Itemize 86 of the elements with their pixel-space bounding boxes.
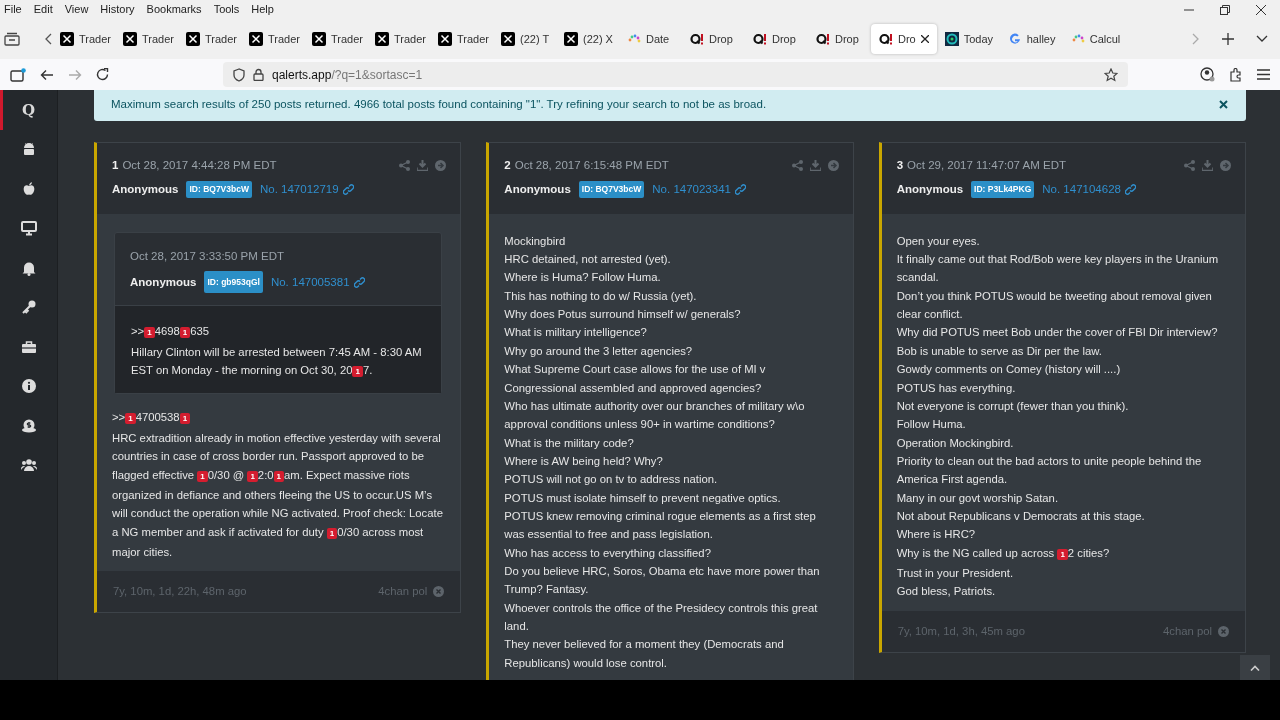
- post-text: Why go around the 3 letter agencies?: [504, 343, 694, 359]
- author-name: Anonymous: [112, 181, 179, 197]
- post-text: POTUS must isolate himself to prevent negative optics.: [504, 490, 782, 506]
- author-name: Anonymous: [896, 181, 964, 197]
- browser-tab[interactable]: Trader: [178, 24, 241, 54]
- post-text: What is the military code?: [504, 435, 635, 451]
- browser-tab[interactable]: (22) T: [493, 24, 556, 54]
- post-text: >> 1 4698 1 635: [131, 324, 211, 341]
- browser-tab[interactable]: Trader: [52, 24, 115, 54]
- sidebar-item[interactable]: Q: [0, 90, 57, 130]
- post-date: Oct 28, 2017 4:44:28 PM EDT: [122, 158, 277, 174]
- author-name: Anonymous: [130, 275, 197, 291]
- post-text: Bob is unable to serve as Dir per the law.: [896, 343, 1103, 359]
- author-name: Anonymous: [504, 181, 571, 197]
- browser-tab[interactable]: Trader: [304, 24, 367, 54]
- browser-tab[interactable]: Today: [936, 24, 1000, 54]
- browser-tab[interactable]: (22) X: [556, 24, 619, 54]
- menu-item[interactable]: Tools: [213, 1, 240, 18]
- post-text: Why is the NG called up across 1 2 cities?: [896, 545, 1111, 562]
- post-number: 2: [504, 158, 511, 174]
- post-text: Priority to clean out the bad actors to unite people behind the America First agenda.: [896, 453, 1203, 488]
- post-text: Hillary Clinton will be arrested between 7:45 AM - 8:30 AM EST on Monday - the morning on Oct 30, 20 1 7.: [131, 344, 423, 380]
- post-text: Gowdy comments on Comey (history will ....): [896, 362, 1122, 378]
- browser-tab[interactable]: Date: [619, 24, 682, 54]
- browser-tab[interactable]: Trader: [367, 24, 430, 54]
- post-text: HRC detained, not arrested (yet).: [504, 252, 672, 268]
- post-text: It finally came out that Rod/Bob were key players in the Uranium scandal.: [896, 252, 1220, 286]
- post-text: Who has ultimate authority over our branches of military w\o approval conditions unless 90+ in wartime conditions?: [504, 398, 806, 433]
- post-text: Who has access to everything classified?: [504, 545, 712, 561]
- browser-tab[interactable]: Drop: [745, 24, 808, 54]
- address-bar[interactable]: qalerts.app/?q=1&sortasc=1: [223, 62, 1128, 87]
- browser-tab[interactable]: halley: [999, 24, 1063, 54]
- post-text: Don’t you think POTUS would be tweeting about removal given clear conflict.: [896, 288, 1213, 323]
- post-text: Not everyone is corrupt (fewer than you think).: [896, 398, 1130, 414]
- post-text: God bless, Patriots.: [896, 584, 997, 600]
- post-link[interactable]: No. 147104628: [1042, 180, 1136, 198]
- post-text: What Supreme Court case allows for the use of MI v Congressional assembled and approved agencies?: [504, 362, 767, 396]
- post-text: POTUS knew removing criminal rogue elements as a first step was essential to free and pass legislation.: [504, 508, 817, 543]
- post-text: >> 1 4700538 1: [112, 408, 445, 429]
- post-text: Open your eyes.: [896, 233, 981, 249]
- post-date: Oct 29, 2017 11:47:07 AM EDT: [907, 158, 1067, 174]
- post-date: Oct 28, 2017 3:33:50 PM EDT: [130, 248, 285, 264]
- browser-tab[interactable]: Drop: [682, 24, 745, 54]
- browser-tab[interactable]: Trader: [430, 24, 493, 54]
- menu-item[interactable]: Help: [251, 1, 274, 18]
- post-text: What is military intelligence?: [504, 325, 648, 341]
- poster-id: ID: BQ7V3bcW: [578, 180, 645, 198]
- menu-item[interactable]: Edit: [33, 1, 53, 18]
- post-text: Do you believe HRC, Soros, Obama etc have more power than Trump? Fantasy.: [504, 563, 821, 598]
- post-text: Trust in your President.: [896, 565, 1015, 581]
- poster-id: ID: gb953qGl: [204, 271, 263, 294]
- post-link[interactable]: No. 147005381: [270, 273, 365, 292]
- post-text: Why did POTUS meet Bob under the cover of FBI Dir interview?: [896, 325, 1219, 341]
- post-link[interactable]: No. 147012719: [259, 180, 354, 198]
- alert-message: Maximum search results of 250 posts returned. 4966 total posts found containing "1". Try refining your search to not be as broad.: [111, 97, 767, 112]
- poster-id: ID: BQ7V3bcW: [186, 180, 252, 198]
- menu-item[interactable]: Bookmarks: [146, 1, 202, 18]
- menu-item[interactable]: View: [64, 1, 89, 18]
- post-text: Mockingbird: [504, 233, 567, 249]
- post-text: This has nothing to do w/ Russia (yet).: [504, 288, 698, 304]
- post-date: Oct 28, 2017 6:15:48 PM EDT: [514, 158, 669, 174]
- post-text: They never believed for a moment they (Democrats and Republicans) would lose control.: [504, 637, 785, 671]
- browser-tab[interactable]: Trader: [115, 24, 178, 54]
- menu-item[interactable]: History: [100, 1, 135, 18]
- post-text: Where is AW being held? Why?: [504, 453, 664, 469]
- post-text: Whoever controls the office of the Presidecy controls this great land.: [504, 600, 819, 634]
- post-number: 3: [896, 158, 904, 174]
- post-text: Where is Huma? Follow Huma.: [504, 270, 662, 286]
- post-link[interactable]: No. 147023341: [652, 180, 746, 198]
- post-number: 1: [112, 158, 119, 174]
- browser-tab[interactable]: Trader: [241, 24, 304, 54]
- post-text: POTUS has everything.: [896, 380, 1017, 396]
- browser-tab[interactable]: Dro: [871, 24, 937, 54]
- url-text: qalerts.app/?q=1&sortasc=1: [272, 66, 423, 84]
- post-text: Follow Huma.: [896, 417, 967, 433]
- post-text: POTUS will not go on tv to address nation.: [504, 472, 719, 488]
- post-text: Why does Potus surround himself w/ generals?: [504, 307, 742, 323]
- post-text: Not about Republicans v Democrats at this stage.: [896, 508, 1146, 524]
- post-text: HRC extradition already in motion effective yesterday with several countries in case of cross border run. Passport approved to be flagged effective 1 0/30 @ 1 2:0 1 am. Expect massive riots organized in defiance and others fleeing the US to occur.US M’s will conduct the operation while NG activated. Proof check: Locate a NG member and ask if activated for duty 1 0/30 across most major cities.: [112, 430, 444, 560]
- post-text: Many in our govt worship Satan.: [896, 490, 1060, 506]
- menu-item[interactable]: File: [4, 1, 22, 18]
- browser-tab[interactable]: Drop: [808, 24, 871, 54]
- browser-tab[interactable]: Calcul: [1062, 24, 1126, 54]
- post-text: Where is HRC?: [896, 527, 977, 543]
- poster-id: ID: P3Lk4PKG: [971, 180, 1035, 198]
- post-text: Operation Mockingbird.: [896, 435, 1015, 451]
